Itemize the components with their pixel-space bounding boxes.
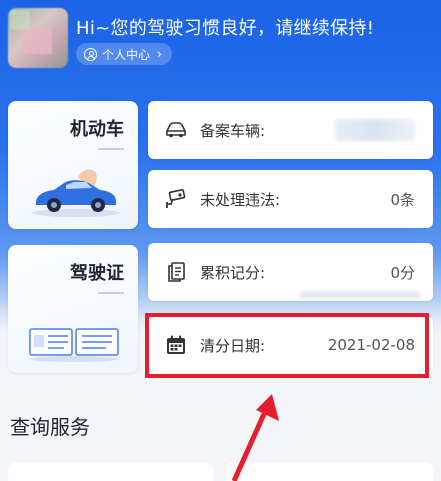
accumulated-points-value: 0分: [390, 263, 415, 282]
user-icon: [84, 47, 97, 61]
camera-icon: [164, 187, 188, 211]
driver-license-title: 驾驶证: [70, 263, 124, 284]
avatar[interactable]: [8, 8, 68, 68]
greeting-text: Hi~您的驾驶习惯良好，请继续保持!: [76, 18, 375, 39]
service-card[interactable]: [226, 462, 433, 481]
blurred-detail: [300, 291, 420, 299]
title-underline: [98, 148, 124, 150]
motor-vehicle-title: 机动车: [70, 119, 124, 140]
personal-center-button[interactable]: 个人中心 ›: [76, 43, 172, 65]
query-services-heading: 查询服务: [10, 415, 90, 439]
highlight-box: [145, 313, 429, 378]
unprocessed-violations-label: 未处理违法:: [200, 190, 281, 209]
blurred-plate-number: [335, 119, 415, 141]
car-icon: [164, 118, 188, 142]
title-underline: [98, 292, 124, 294]
accumulated-points-label: 累积记分:: [200, 263, 266, 282]
unprocessed-violations-row[interactable]: 未处理违法: 0条: [148, 170, 433, 228]
unprocessed-violations-value: 0条: [390, 190, 415, 209]
chevron-right-icon: ›: [157, 47, 162, 61]
registered-vehicles-row[interactable]: 备案车辆:: [148, 101, 433, 159]
personal-center-label: 个人中心: [102, 47, 151, 62]
driver-license-card[interactable]: 驾驶证: [8, 245, 138, 373]
car-illustration-icon: [32, 169, 120, 217]
service-card[interactable]: [8, 462, 213, 481]
registered-vehicles-label: 备案车辆:: [200, 121, 266, 140]
license-illustration-icon: [29, 328, 119, 362]
motor-vehicle-card[interactable]: 机动车: [8, 101, 138, 229]
document-icon: [164, 260, 188, 284]
